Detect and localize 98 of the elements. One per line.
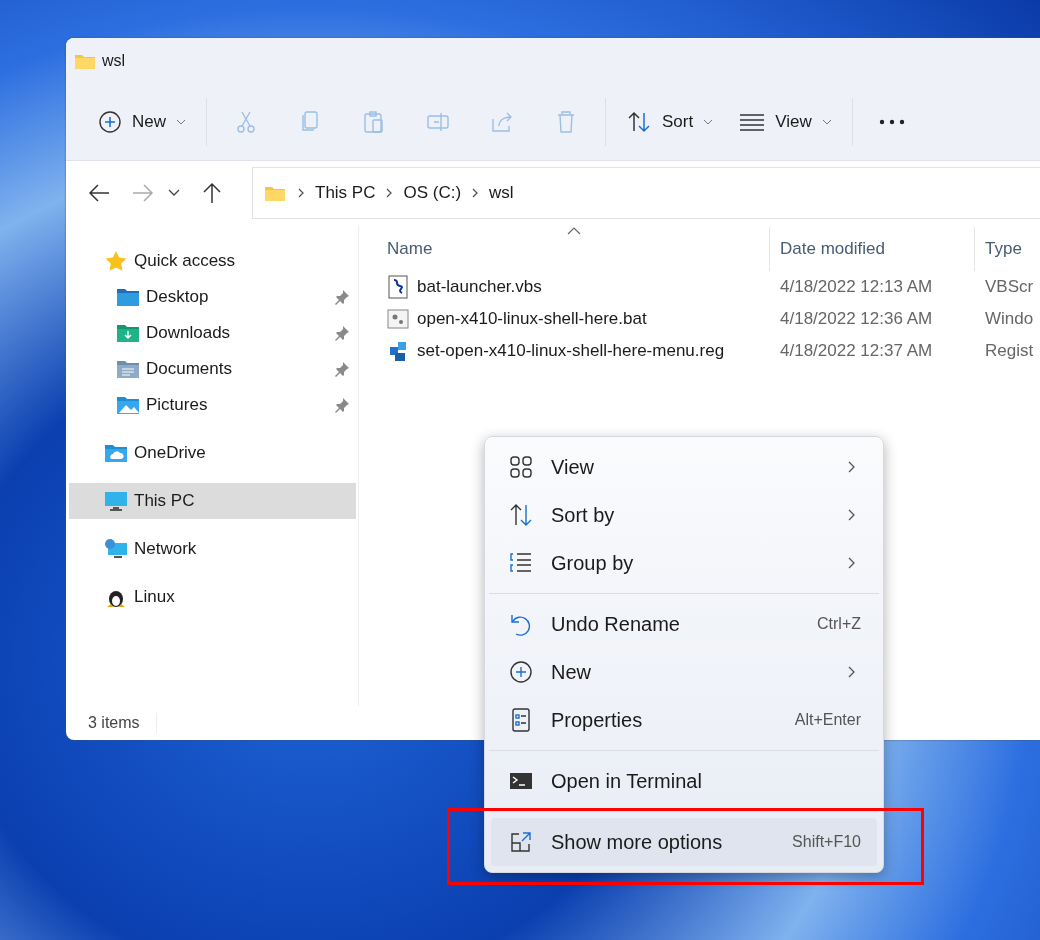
breadcrumb[interactable]: OS (C:) [403, 183, 462, 203]
chevron-right-icon [385, 187, 394, 199]
file-name: set-open-x410-linux-shell-here-menu.reg [417, 341, 725, 361]
monitor-icon [104, 490, 128, 512]
undo-icon [509, 612, 533, 636]
menu-item[interactable]: Group by [491, 539, 877, 587]
pin-icon[interactable] [334, 397, 350, 413]
menu-label: Open in Terminal [551, 769, 703, 793]
file-row[interactable]: open-x410-linux-shell-here.bat 4/18/2022 12:36 AM Windo [359, 303, 1040, 335]
pin-icon[interactable] [334, 289, 350, 305]
sidebar-item[interactable]: Downloads [66, 315, 356, 351]
menu-label: Undo Rename [551, 612, 681, 636]
sort-button[interactable]: Sort [616, 102, 724, 142]
lines-icon [739, 112, 766, 132]
sidebar-item[interactable]: Network [66, 531, 356, 567]
menu-item[interactable]: View [491, 443, 877, 491]
breadcrumb[interactable]: This PC [315, 183, 376, 203]
menu-item[interactable]: Properties Alt+Enter [491, 696, 877, 744]
downloads-folder-icon [116, 322, 140, 344]
cloud-folder-icon [104, 442, 128, 464]
star-icon [104, 250, 128, 272]
address-bar[interactable]: This PC OS (C:) wsl [252, 167, 1040, 219]
sidebar-item[interactable]: Pictures [66, 387, 356, 423]
sort-icon [509, 503, 533, 527]
window-title: wsl [102, 52, 126, 70]
menu-label: Group by [551, 551, 635, 575]
plus-circle-icon [98, 110, 122, 134]
sidebar-label: This PC [134, 491, 195, 511]
chevron-right-icon [471, 187, 480, 199]
type-cell-text: Windo [984, 309, 1034, 329]
plus-circle-icon [509, 660, 533, 684]
documents-folder-icon [116, 358, 140, 380]
sort-icon [626, 110, 652, 134]
menu-item[interactable]: Open in Terminal [491, 757, 877, 805]
folder-icon [74, 52, 96, 70]
menu-label: New [551, 660, 592, 684]
column-header[interactable]: Name [359, 227, 769, 271]
menu-label: Sort by [551, 503, 616, 527]
menu-item[interactable]: Undo Rename Ctrl+Z [491, 600, 877, 648]
menu-label: Properties [551, 708, 644, 732]
sidebar-label: Downloads [146, 323, 231, 343]
pin-icon[interactable] [334, 325, 350, 341]
pictures-folder-icon [116, 394, 140, 416]
registry-file-icon [387, 339, 409, 363]
menu-item[interactable]: Show more options Shift+F10 [491, 818, 877, 866]
type-cell-text: VBScr [984, 277, 1034, 297]
grid-icon [509, 455, 533, 479]
new-button[interactable]: New [88, 102, 196, 142]
sidebar-label: Desktop [146, 287, 209, 307]
folder-icon [263, 184, 287, 202]
pin-icon[interactable] [334, 361, 350, 377]
back-arrow-icon[interactable] [88, 183, 110, 203]
shortcut-text: Shift+F10 [792, 833, 861, 851]
sidebar-item[interactable]: OneDrive [66, 435, 356, 471]
sidebar-label: Pictures [146, 395, 208, 415]
shortcut-text: Alt+Enter [794, 711, 861, 729]
up-arrow-icon[interactable] [202, 182, 222, 204]
view-button[interactable]: View [729, 102, 842, 142]
batch-file-icon [387, 307, 409, 331]
chevron-right-icon [297, 187, 305, 199]
menu-item[interactable]: New [491, 648, 877, 696]
open-external-icon [509, 830, 533, 854]
sidebar-item[interactable]: Linux [66, 579, 356, 615]
script-file-icon [387, 275, 409, 299]
chevron-down-icon[interactable] [168, 189, 180, 197]
shortcut-text: Ctrl+Z [817, 615, 861, 633]
properties-icon [509, 708, 533, 732]
chevron-down-icon [821, 118, 832, 126]
sidebar-item[interactable]: Quick access [66, 243, 356, 279]
sidebar-label: Documents [146, 359, 232, 379]
sidebar-label: Quick access [134, 251, 236, 271]
list-icon [509, 551, 533, 575]
column-header[interactable]: Type [974, 227, 1022, 271]
date-cell-text: 4/18/2022 12:13 AM [779, 277, 934, 297]
network-icon [104, 538, 128, 560]
sidebar-item[interactable]: Desktop [66, 279, 356, 315]
item-count: 3 items [88, 714, 140, 732]
sidebar-item[interactable]: Documents [66, 351, 356, 387]
chevron-down-icon [176, 118, 186, 126]
file-row[interactable]: set-open-x410-linux-shell-here-menu.reg 4/18/2022 12:37 AM Regist [359, 335, 1040, 367]
menu-item[interactable]: Sort by [491, 491, 877, 539]
sidebar-label: Linux [134, 587, 175, 607]
file-row[interactable]: bat-launcher.vbs 4/18/2022 12:13 AM VBScr [359, 271, 1040, 303]
date-cell-text: 4/18/2022 12:36 AM [779, 309, 934, 329]
sidebar-label: Network [134, 539, 197, 559]
sidebar-label: OneDrive [134, 443, 206, 463]
date-cell-text: 4/18/2022 12:37 AM [779, 341, 934, 361]
type-cell-text: Regist [984, 341, 1034, 361]
desktop-folder-icon [116, 286, 140, 308]
column-header[interactable]: Date modified [769, 227, 974, 271]
breadcrumb[interactable]: wsl [489, 183, 514, 203]
file-name: open-x410-linux-shell-here.bat [417, 309, 647, 329]
chevron-down-icon [703, 118, 714, 126]
menu-label: View [551, 455, 595, 479]
menu-label: Show more options [551, 830, 724, 854]
file-name: bat-launcher.vbs [417, 277, 542, 297]
sort-caret-icon [567, 227, 581, 235]
sidebar-item[interactable]: This PC [69, 483, 356, 519]
